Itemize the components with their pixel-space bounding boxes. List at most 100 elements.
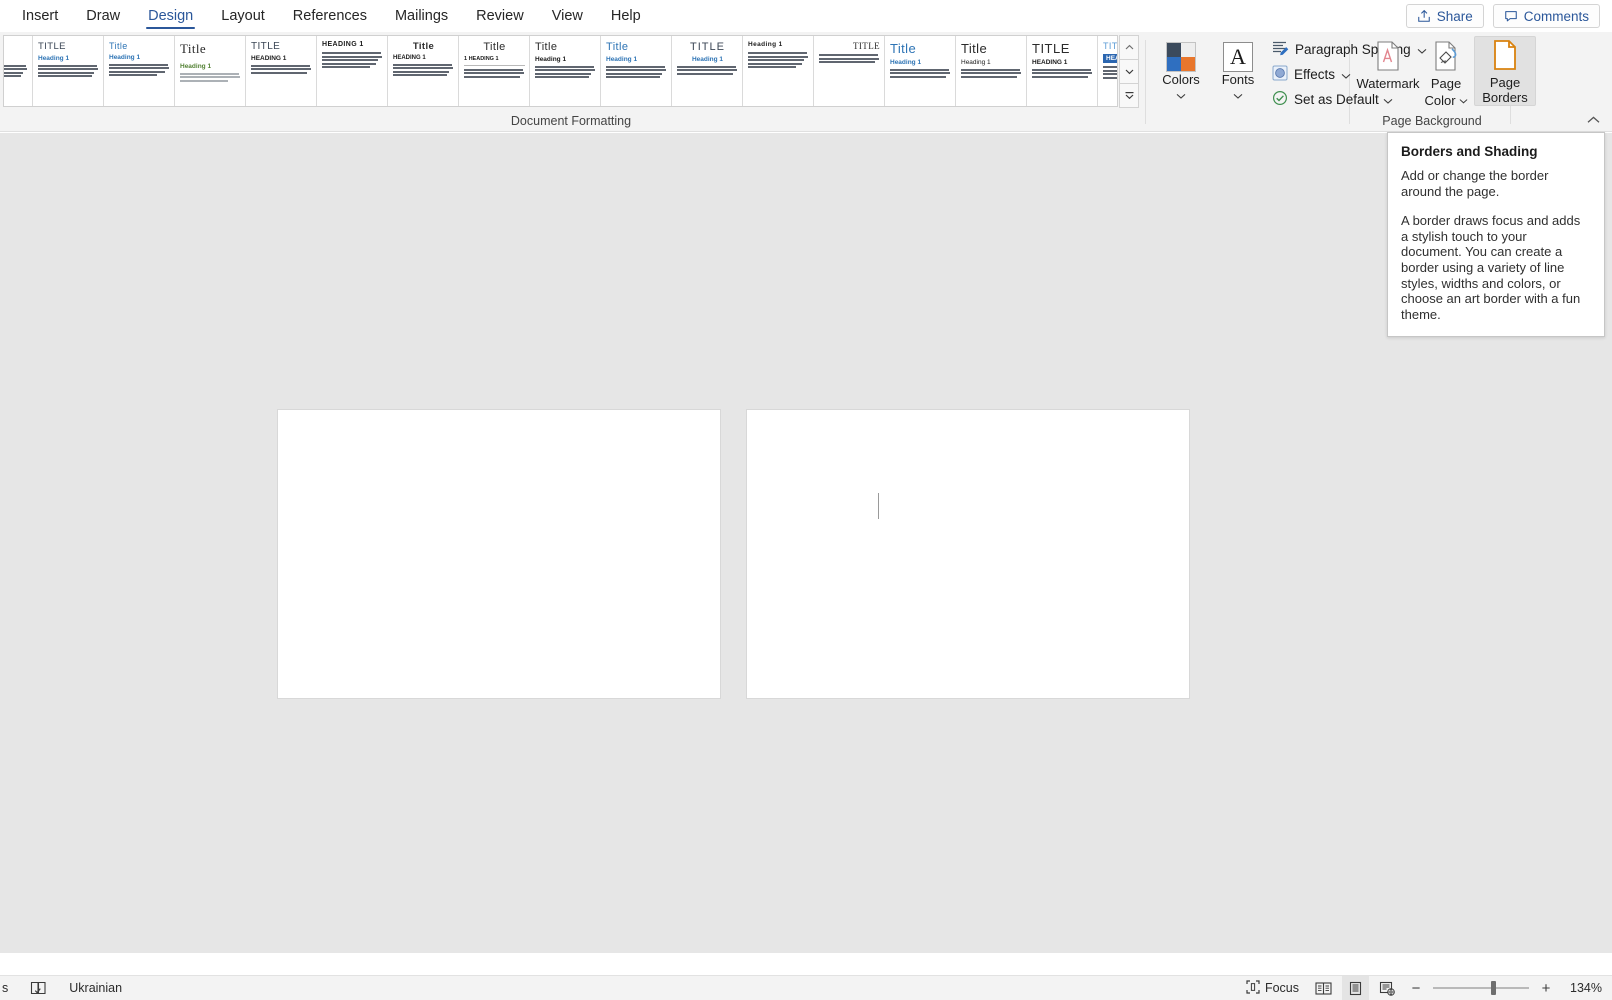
web-layout-button[interactable] (1373, 976, 1402, 1000)
style-thumbnail[interactable]: TITLE (814, 36, 885, 106)
group-label-document-formatting: Document Formatting (510, 114, 632, 128)
gallery-scroll-up-button[interactable] (1119, 35, 1139, 60)
zoom-in-button[interactable]: + (1540, 981, 1552, 996)
page-borders-icon (1492, 40, 1518, 75)
tab-mailings[interactable]: Mailings (381, 0, 462, 32)
paragraph-spacing-icon (1272, 40, 1289, 59)
page-borders-label-line2: Borders (1482, 90, 1528, 105)
style-thumbnail[interactable]: Title Heading 1 (175, 36, 246, 106)
theme-fonts-icon: A (1223, 42, 1253, 72)
tab-draw[interactable]: Draw (72, 0, 134, 32)
style-thumbnail[interactable]: Title Heading 1 (530, 36, 601, 106)
style-thumbnail[interactable]: HEADING 1 (317, 36, 388, 106)
tab-design[interactable]: Design (134, 0, 207, 32)
style-thumbnail[interactable]: TITLE Heading 1 (4, 36, 33, 106)
ribbon-tabs: Insert Draw Design Layout References Mai… (0, 0, 655, 32)
tab-insert[interactable]: Insert (8, 0, 72, 32)
titlebar-actions: Share Comments (1405, 4, 1612, 28)
colors-label: Colors (1162, 72, 1200, 87)
theme-colors-icon (1166, 42, 1196, 72)
group-separator (1145, 40, 1146, 124)
chevron-down-icon[interactable] (1383, 91, 1393, 109)
chevron-down-icon[interactable] (1176, 86, 1186, 104)
gallery-more-button[interactable] (1119, 83, 1139, 108)
style-thumbnail[interactable]: Heading 1 (743, 36, 814, 106)
text-cursor (878, 493, 879, 519)
tab-help[interactable]: Help (597, 0, 655, 32)
tab-references[interactable]: References (279, 0, 381, 32)
style-thumbnail[interactable]: Title Heading 1 (104, 36, 175, 106)
collapse-ribbon-button[interactable] (1582, 110, 1604, 130)
style-body-lines (4, 64, 28, 78)
style-thumbnail[interactable]: Title Heading 1 (956, 36, 1027, 106)
status-truncated-text: s (2, 981, 9, 995)
style-thumbnail[interactable]: Title Heading 1 (601, 36, 672, 106)
share-label: Share (1436, 8, 1473, 24)
document-formatting-gallery[interactable]: TITLE Heading 1 TITLE Heading 1 Title He… (3, 35, 1118, 107)
tooltip-paragraph-1: Add or change the border around the page… (1401, 168, 1549, 199)
read-mode-button[interactable] (1309, 976, 1338, 1000)
style-thumbnail[interactable]: TITLE HEADING 1 (1027, 36, 1098, 106)
comments-label: Comments (1523, 8, 1589, 24)
zoom-thumb[interactable] (1491, 981, 1496, 995)
focus-label: Focus (1264, 981, 1299, 995)
status-bar-right: Focus − + 134% (1240, 975, 1612, 1000)
proofing-status-icon[interactable] (24, 976, 53, 1000)
effects-label: Effects (1294, 67, 1336, 82)
comment-icon (1504, 9, 1518, 23)
colors-button[interactable]: Colors (1155, 40, 1207, 104)
style-thumbnail[interactable]: TITLE Heading 1 (33, 36, 104, 106)
ribbon: TITLE Heading 1 TITLE Heading 1 Title He… (0, 32, 1612, 132)
effects-icon (1272, 65, 1288, 84)
watermark-label: Watermark (1356, 76, 1420, 91)
tooltip-paragraph-2: A border draws focus and adds a stylish … (1401, 213, 1581, 322)
effects-button[interactable]: Effects (1272, 65, 1351, 84)
page-borders-label-line1: Page (1489, 75, 1521, 90)
language-status[interactable]: Ukrainian (63, 976, 128, 1000)
document-canvas[interactable] (0, 133, 1612, 953)
style-thumbnail[interactable]: TITLE HEADING 1 (1098, 36, 1117, 106)
status-bar-left: s Ukrainian (0, 976, 128, 1000)
page-color-icon (1432, 41, 1460, 76)
focus-icon (1246, 979, 1260, 997)
gallery-scroll-down-button[interactable] (1119, 59, 1139, 84)
page-color-button[interactable]: Page Color (1420, 38, 1472, 109)
page-color-label-line2: Color (1424, 92, 1456, 108)
document-page[interactable] (277, 409, 721, 699)
comments-button[interactable]: Comments (1492, 4, 1600, 28)
chevron-down-icon[interactable] (1459, 91, 1468, 109)
document-page[interactable] (746, 409, 1190, 699)
style-thumbnail[interactable]: Title 1 HEADING 1 (459, 36, 530, 106)
tab-review[interactable]: Review (462, 0, 538, 32)
style-thumbnail[interactable]: Title HEADING 1 (388, 36, 459, 106)
style-thumbnail[interactable]: Title Heading 1 (885, 36, 956, 106)
chevron-down-icon[interactable] (1233, 86, 1243, 104)
fonts-label: Fonts (1221, 72, 1255, 87)
zoom-track[interactable] (1433, 981, 1529, 995)
share-button[interactable]: Share (1405, 4, 1484, 28)
zoom-slider[interactable]: − + (1410, 981, 1552, 996)
style-thumbnail[interactable]: TITLE Heading 1 (672, 36, 743, 106)
zoom-level-label[interactable]: 134% (1560, 981, 1602, 995)
status-bar: s Ukrainian Focus − + 134% (0, 975, 1612, 1000)
check-circle-icon (1272, 90, 1288, 109)
word-window: Insert Draw Design Layout References Mai… (0, 0, 1612, 1000)
chevron-down-icon[interactable] (1341, 67, 1351, 82)
watermark-button[interactable]: Watermark (1356, 38, 1420, 109)
tooltip-title: Borders and Shading (1401, 144, 1538, 159)
zoom-out-button[interactable]: − (1410, 981, 1422, 996)
focus-button[interactable]: Focus (1240, 976, 1305, 1000)
watermark-icon (1375, 41, 1401, 76)
page-color-label-line1: Page (1430, 76, 1462, 91)
style-thumbnail[interactable]: TITLE HEADING 1 (246, 36, 317, 106)
page-borders-button[interactable]: Page Borders (1474, 36, 1536, 106)
page-borders-tooltip: Borders and Shading Add or change the bo… (1387, 132, 1605, 338)
gallery-scroll-buttons (1119, 35, 1139, 108)
tab-view[interactable]: View (538, 0, 597, 32)
ribbon-tab-strip: Insert Draw Design Layout References Mai… (0, 0, 1612, 32)
fonts-button[interactable]: A Fonts (1213, 40, 1263, 104)
tab-layout[interactable]: Layout (207, 0, 279, 32)
style-heading-band: HEADING 1 (1103, 54, 1117, 63)
print-layout-button[interactable] (1342, 975, 1369, 1000)
group-label-page-background: Page Background (1382, 114, 1482, 128)
